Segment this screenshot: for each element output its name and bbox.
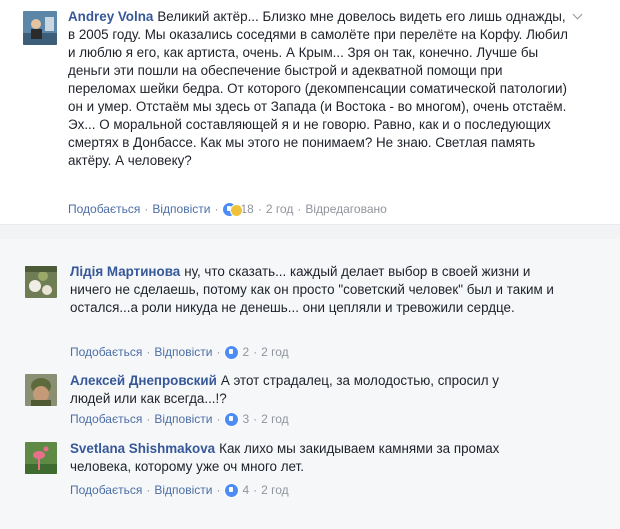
reaction-count[interactable]: 3	[242, 412, 249, 426]
reply-link[interactable]: Відповісти	[154, 412, 212, 426]
reply-aleksey: Алексей Днепровский А этот страдалец, за …	[0, 364, 620, 432]
like-link[interactable]: Подобається	[70, 483, 142, 497]
comment-body: Лідія Мартинова ну, что сказать... каждый…	[70, 263, 575, 317]
comment-author[interactable]: Svetlana Shishmakova	[70, 441, 215, 456]
avatar[interactable]	[25, 374, 57, 406]
separator: ·	[297, 202, 302, 216]
like-link[interactable]: Подобається	[68, 202, 140, 216]
comment-actions: Подобається · Відповісти · 2 · 2 год	[70, 344, 289, 360]
separator: ·	[214, 202, 219, 216]
reply-link[interactable]: Відповісти	[152, 202, 210, 216]
separator: ·	[216, 345, 221, 359]
reply-link[interactable]: Відповісти	[154, 345, 212, 359]
like-link[interactable]: Подобається	[70, 345, 142, 359]
avatar[interactable]	[25, 266, 57, 298]
main-comment-block: Andrey Volna Великий актёр... Близко мне …	[0, 0, 620, 225]
comment-time[interactable]: 2 год	[261, 483, 289, 497]
separator: ·	[144, 202, 149, 216]
like-reaction-icon[interactable]	[222, 202, 244, 217]
like-reaction-icon[interactable]	[224, 345, 240, 360]
reply-svetlana: Svetlana Shishmakova Как лихо мы закидыва…	[0, 432, 620, 512]
like-link[interactable]: Подобається	[70, 412, 142, 426]
comment-body: Andrey Volna Великий актёр... Близко мне …	[68, 8, 573, 170]
separator: ·	[216, 412, 221, 426]
comment-actions: Подобається · Відповісти · 4 · 2 год	[70, 482, 289, 498]
comment-author[interactable]: Лідія Мартинова	[70, 264, 180, 279]
like-reaction-icon[interactable]	[224, 412, 240, 427]
comment-author[interactable]: Andrey Volna	[68, 9, 153, 24]
avatar[interactable]	[23, 11, 57, 45]
comment-andrey: Andrey Volna Великий актёр... Близко мне …	[0, 0, 620, 224]
comment-text: Великий актёр... Близко мне довелось вид…	[68, 9, 568, 168]
separator: ·	[216, 483, 221, 497]
comment-body: Алексей Днепровский А этот страдалец, за …	[70, 372, 540, 408]
separator: ·	[257, 202, 262, 216]
comment-time[interactable]: 2 год	[261, 412, 289, 426]
reaction-count[interactable]: 2	[242, 345, 249, 359]
comment-body: Svetlana Shishmakova Как лихо мы закидыва…	[70, 440, 550, 476]
avatar[interactable]	[25, 442, 57, 474]
reply-lidia: Лідія Мартинова ну, что сказать... каждый…	[0, 239, 620, 364]
like-reaction-icon[interactable]	[224, 483, 240, 498]
comment-time[interactable]: 2 год	[261, 345, 289, 359]
replies-block: Лідія Мартинова ну, что сказать... каждый…	[0, 239, 620, 529]
chevron-down-icon[interactable]	[573, 13, 583, 23]
separator: ·	[146, 412, 151, 426]
separator: ·	[253, 483, 258, 497]
comment-author[interactable]: Алексей Днепровский	[70, 373, 217, 388]
comment-actions: Подобається · Відповісти · 18 · 2 год · Відредаг…	[68, 201, 387, 217]
reaction-count[interactable]: 4	[242, 483, 249, 497]
separator: ·	[253, 412, 258, 426]
separator: ·	[253, 345, 258, 359]
comment-time[interactable]: 2 год	[266, 202, 294, 216]
reply-link[interactable]: Відповісти	[154, 483, 212, 497]
separator: ·	[146, 345, 151, 359]
edited-label[interactable]: Відредаговано	[305, 202, 386, 216]
separator: ·	[146, 483, 151, 497]
section-divider	[0, 225, 620, 239]
comment-actions: Подобається · Відповісти · 3 · 2 год	[70, 411, 289, 427]
